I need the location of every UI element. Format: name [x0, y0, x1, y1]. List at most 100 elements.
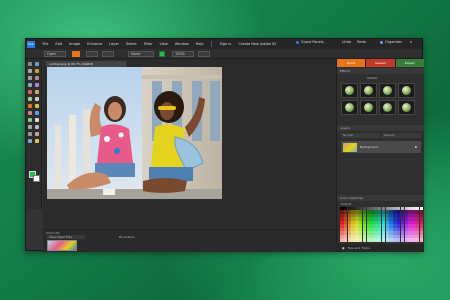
hand-tool-icon[interactable]	[28, 69, 32, 73]
crop-tool-icon[interactable]	[28, 132, 32, 136]
menu-file[interactable]: File	[39, 42, 52, 46]
layer-name: Background	[360, 145, 378, 149]
toolbar-right: Guest Panels	[296, 40, 324, 44]
smart-brush-tool-icon[interactable]	[28, 97, 32, 101]
menu-select[interactable]: Select	[122, 42, 140, 46]
recompose-tool-icon[interactable]	[35, 132, 39, 136]
sponge-tool-icon[interactable]	[35, 125, 39, 129]
tips-and-tricks[interactable]: Tips and Tricks	[348, 246, 370, 250]
tool-preset-box[interactable]	[86, 51, 98, 57]
layer-row-background[interactable]: Background ▪	[341, 141, 421, 153]
menu-filter[interactable]: Filter	[140, 42, 156, 46]
mode-dropdown[interactable]: Mode	[128, 51, 154, 57]
menu-edit[interactable]: Edit	[52, 42, 66, 46]
effect-thumb-3[interactable]	[379, 83, 396, 98]
gradient-tool-icon[interactable]	[28, 118, 32, 122]
color-chip[interactable]	[159, 51, 165, 57]
red-eye-tool-icon[interactable]	[28, 90, 32, 94]
blur-tool-icon[interactable]	[28, 125, 32, 129]
tab-quick[interactable]: Quick	[337, 59, 366, 67]
effect-thumb-4[interactable]	[398, 83, 415, 98]
effect-thumb-5[interactable]	[341, 100, 358, 115]
photo-bin: Photo Bin Show Open Files Bin Actions	[43, 229, 336, 252]
layers-panel-header: Layers	[337, 125, 424, 131]
effects-category[interactable]: Artistic	[367, 76, 378, 80]
color-swatch[interactable]	[419, 238, 424, 242]
guest-panels-button[interactable]: Guest Panels	[301, 40, 324, 44]
photo-canvas	[47, 67, 222, 199]
options-toggle[interactable]	[198, 51, 210, 57]
undo-redo-group: Undo Redo	[342, 40, 366, 44]
eraser-tool-icon[interactable]	[28, 111, 32, 115]
swatches-panel-header: Color Swatches	[337, 195, 424, 201]
quick-select-tool-icon[interactable]	[28, 83, 32, 87]
organizer-group: Organizer	[380, 40, 402, 44]
zoom-tool-icon[interactable]	[35, 62, 39, 66]
effect-thumb-1[interactable]	[341, 83, 358, 98]
menu-image[interactable]: Image	[66, 42, 84, 46]
bin-actions-button[interactable]: Bin Actions	[119, 235, 135, 239]
opacity-field[interactable]: Opacity	[382, 133, 421, 138]
undo-button[interactable]: Undo	[342, 40, 351, 44]
mode-tabs: Quick Guided Expert	[337, 59, 424, 67]
options-bar: Open Mode 100%	[26, 49, 422, 59]
brush-preset-box[interactable]	[102, 51, 114, 57]
document-area: untitled.jpg @ 66.7% (RGB/8)	[43, 59, 336, 229]
home-group: ⌂	[410, 40, 412, 44]
effects-grid	[341, 83, 419, 115]
eyedropper-tool-icon[interactable]	[35, 69, 39, 73]
menu-layer[interactable]: Layer	[106, 42, 123, 46]
menu-enhance[interactable]: Enhance	[84, 42, 106, 46]
organizer-icon	[380, 40, 383, 44]
zoom-field[interactable]: 100%	[172, 51, 194, 57]
toolbox	[26, 59, 42, 209]
tips-icon: ●	[342, 246, 345, 250]
tab-expert[interactable]: Expert	[395, 59, 424, 67]
menu-help[interactable]: Help	[192, 42, 207, 46]
create-button[interactable]	[72, 51, 80, 57]
show-open-files-dropdown[interactable]: Show Open Files	[47, 235, 85, 239]
effect-thumb-6[interactable]	[360, 100, 377, 115]
document-image[interactable]	[47, 67, 222, 199]
swatches-grid	[340, 207, 424, 242]
home-icon[interactable]: ⌂	[410, 40, 412, 44]
menu-divider	[211, 41, 213, 47]
clone-stamp-tool-icon[interactable]	[35, 97, 39, 101]
organizer-button[interactable]: Organizer	[385, 40, 402, 44]
blend-mode-dropdown[interactable]: Normal	[341, 133, 380, 138]
move-tool-icon[interactable]	[28, 62, 32, 66]
effect-thumb-8[interactable]	[398, 100, 415, 115]
bin-thumbnail[interactable]	[47, 240, 77, 251]
guest-panels-icon	[296, 40, 299, 44]
lock-icon[interactable]: ▪	[415, 145, 417, 149]
right-panel: Quick Guided Expert Effects Artistic Lay…	[336, 59, 424, 252]
menu-bar: Pse File Edit Image Enhance Layer Select…	[26, 39, 422, 49]
straighten-tool-icon[interactable]	[35, 139, 39, 143]
brush-tool-icon[interactable]	[35, 104, 39, 108]
swatches-set[interactable]: Default	[341, 202, 351, 206]
redo-button[interactable]: Redo	[357, 40, 366, 44]
layer-thumbnail	[343, 142, 357, 152]
spot-healing-tool-icon[interactable]	[35, 90, 39, 94]
paint-bucket-tool-icon[interactable]	[35, 111, 39, 115]
app-logo: Pse	[27, 40, 35, 48]
menu-view[interactable]: View	[156, 42, 171, 46]
layers-toolbar: Normal Opacity	[341, 133, 421, 138]
tab-guided[interactable]: Guided	[366, 59, 395, 67]
text-tool-icon[interactable]	[28, 104, 32, 108]
effects-panel-header: Effects	[337, 68, 424, 74]
shape-tool-icon[interactable]	[35, 118, 39, 122]
effect-thumb-2[interactable]	[360, 83, 377, 98]
marquee-tool-icon[interactable]	[28, 76, 32, 80]
content-move-tool-icon[interactable]	[28, 139, 32, 143]
photoshop-elements-window: Pse File Edit Image Enhance Layer Select…	[25, 38, 424, 252]
lasso-tool-icon[interactable]	[35, 76, 39, 80]
sign-in-link[interactable]: Sign in	[216, 42, 235, 46]
effect-thumb-7[interactable]	[379, 100, 396, 115]
create-id-link[interactable]: Create New Adobe ID	[235, 42, 279, 46]
status-bar: ● Tips and Tricks	[336, 244, 424, 252]
open-dropdown[interactable]: Open	[44, 51, 66, 57]
magic-wand-tool-icon[interactable]	[35, 83, 39, 87]
menu-window[interactable]: Window	[171, 42, 192, 46]
background-color-swatch[interactable]	[33, 175, 40, 182]
